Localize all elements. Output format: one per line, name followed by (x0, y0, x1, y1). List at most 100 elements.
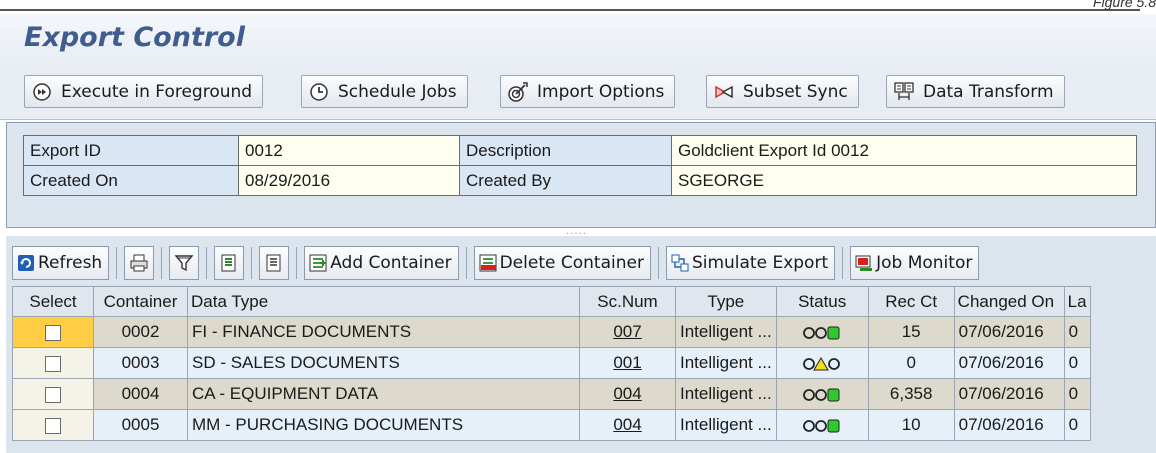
job-monitor-button[interactable]: Job Monitor (850, 246, 980, 280)
status-cell (775, 316, 869, 348)
print-button[interactable] (124, 246, 155, 280)
type-cell: Intelligent ... (675, 409, 777, 441)
select-checkbox[interactable] (45, 417, 61, 434)
subset-sync-label: Subset Sync (743, 81, 848, 102)
container-grid: Select Container Data Type Sc.Num Type S… (12, 286, 1091, 441)
select-checkbox[interactable] (45, 324, 61, 341)
column-header-container[interactable]: Container (93, 286, 188, 317)
job-monitor-label: Job Monitor (876, 253, 973, 273)
import-options-button[interactable]: Import Options (500, 75, 676, 108)
description-label: Description (459, 135, 672, 166)
add-container-label: Add Container (330, 253, 452, 273)
export-list-icon (219, 253, 239, 273)
container-cell: 0003 (93, 347, 188, 379)
status-light-icon (802, 388, 842, 402)
column-header-data-type[interactable]: Data Type (187, 286, 580, 317)
changed-on-cell: 07/06/2016 (953, 347, 1065, 379)
subset-sync-button[interactable]: Subset Sync (706, 75, 859, 108)
data-type-cell: SD - SALES DOCUMENTS (187, 347, 580, 379)
schedule-jobs-button[interactable]: Schedule Jobs (301, 75, 468, 108)
layout-icon (264, 253, 284, 273)
container-cell: 0004 (93, 378, 188, 410)
table-row[interactable]: 0004 CA - EQUIPMENT DATA 004 Intelligent… (12, 378, 1091, 410)
simulate-export-label: Simulate Export (691, 253, 829, 273)
column-header-status[interactable]: Status (775, 286, 869, 317)
toolbar-separator (657, 247, 659, 279)
data-type-cell: FI - FINANCE DOCUMENTS (187, 316, 580, 348)
status-light-icon (802, 419, 842, 433)
description-value: Goldclient Export Id 0012 (671, 135, 1137, 166)
layout-button[interactable] (259, 246, 290, 280)
data-transform-icon (893, 81, 915, 103)
filter-button[interactable] (169, 246, 200, 280)
grid-header-row: Select Container Data Type Sc.Num Type S… (12, 286, 1091, 317)
clock-icon (308, 81, 330, 103)
select-cell[interactable] (12, 378, 94, 410)
created-by-label: Created By (459, 165, 672, 196)
select-cell[interactable] (12, 347, 94, 379)
type-cell: Intelligent ... (675, 347, 777, 379)
print-icon (129, 253, 149, 273)
toolbar-separator (251, 247, 253, 279)
toolbar-separator (116, 247, 118, 279)
job-monitor-icon (854, 253, 874, 273)
import-options-icon (507, 81, 529, 103)
delete-container-button[interactable]: Delete Container (473, 246, 651, 280)
status-cell (775, 378, 869, 410)
created-by-value: SGEORGE (671, 165, 1137, 196)
toolbar-separator (465, 247, 467, 279)
column-header-rec-ct[interactable]: Rec Ct (867, 286, 955, 317)
add-container-icon (308, 253, 328, 273)
filter-icon (174, 253, 194, 273)
column-header-changed-on[interactable]: Changed On (953, 286, 1065, 317)
sc-num-link[interactable]: 004 (613, 415, 641, 434)
rec-ct-cell: 10 (867, 409, 955, 441)
data-transform-label: Data Transform (923, 81, 1054, 102)
rec-ct-cell: 15 (867, 316, 955, 348)
rec-ct-cell: 0 (867, 347, 955, 379)
toolbar-separator (161, 247, 163, 279)
schedule-jobs-label: Schedule Jobs (338, 81, 457, 102)
export-header-table: Export ID 0012 Description Goldclient Ex… (23, 135, 1137, 196)
page-title: Export Control (24, 22, 245, 53)
add-container-button[interactable]: Add Container (304, 246, 459, 280)
last-cell: 0 (1063, 316, 1091, 348)
data-transform-button[interactable]: Data Transform (886, 75, 1065, 108)
last-cell: 0 (1063, 378, 1091, 410)
changed-on-cell: 07/06/2016 (953, 409, 1065, 441)
column-header-type[interactable]: Type (675, 286, 777, 317)
delete-container-label: Delete Container (499, 253, 644, 273)
refresh-icon (16, 253, 36, 273)
table-row[interactable]: 0002 FI - FINANCE DOCUMENTS 007 Intellig… (12, 316, 1091, 348)
table-row[interactable]: 0003 SD - SALES DOCUMENTS 001 Intelligen… (12, 347, 1091, 379)
refresh-button[interactable]: Refresh (12, 246, 110, 280)
toolbar-separator (842, 247, 844, 279)
changed-on-cell: 07/06/2016 (953, 378, 1065, 410)
column-header-select[interactable]: Select (12, 286, 94, 317)
column-header-sc-num[interactable]: Sc.Num (579, 286, 676, 317)
sc-num-link[interactable]: 004 (613, 384, 641, 403)
select-checkbox[interactable] (45, 386, 61, 403)
figure-caption: Figure 5.8 (1092, 0, 1156, 10)
toolbar-separator (206, 247, 208, 279)
export-list-button[interactable] (214, 246, 245, 280)
select-checkbox[interactable] (45, 355, 61, 372)
alv-toolbar: Refresh Add Container Delete Container S… (12, 242, 1156, 284)
data-type-cell: MM - PURCHASING DOCUMENTS (187, 409, 580, 441)
changed-on-cell: 07/06/2016 (953, 316, 1065, 348)
last-cell: 0 (1063, 347, 1091, 379)
type-cell: Intelligent ... (675, 316, 777, 348)
sc-num-link[interactable]: 001 (613, 353, 641, 372)
select-cell[interactable] (12, 409, 94, 441)
execute-foreground-button[interactable]: Execute in Foreground (24, 75, 264, 108)
column-header-last[interactable]: La (1063, 286, 1091, 317)
simulate-export-button[interactable]: Simulate Export (665, 246, 836, 280)
container-cell: 0002 (93, 316, 188, 348)
select-cell[interactable] (12, 316, 94, 348)
export-id-value: 0012 (238, 135, 460, 166)
container-cell: 0005 (93, 409, 188, 441)
table-row[interactable]: 0005 MM - PURCHASING DOCUMENTS 004 Intel… (12, 409, 1091, 441)
refresh-label: Refresh (38, 253, 103, 273)
sc-num-link[interactable]: 007 (613, 322, 641, 341)
execute-foreground-label: Execute in Foreground (61, 81, 253, 102)
